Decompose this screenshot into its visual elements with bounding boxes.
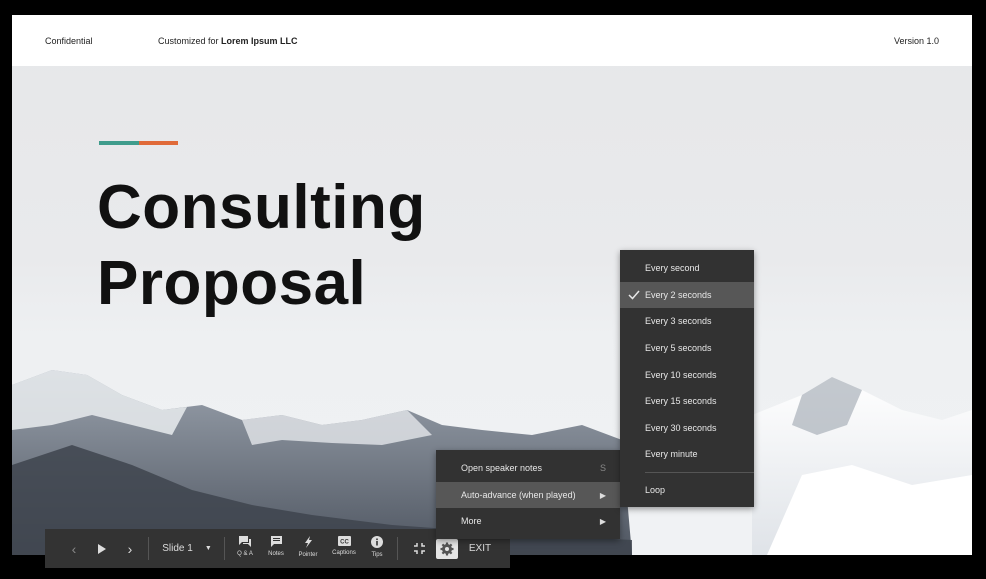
auto-advance-every-5-seconds[interactable]: Every 5 seconds bbox=[620, 335, 754, 361]
customized-for-label: Customized for Lorem Ipsum LLC bbox=[158, 36, 298, 46]
customer-name: Lorem Ipsum LLC bbox=[221, 36, 298, 46]
auto-advance-every-second[interactable]: Every second bbox=[620, 255, 754, 281]
version-label: Version 1.0 bbox=[893, 36, 939, 46]
slide-selector[interactable]: Slide 1 ▼ bbox=[155, 529, 219, 568]
submenu-arrow-icon: ▶ bbox=[599, 490, 606, 500]
auto-advance-every-2-seconds[interactable]: Every 2 seconds bbox=[620, 282, 754, 308]
accent-bar-orange bbox=[139, 141, 178, 145]
captions-icon: CC bbox=[337, 536, 351, 546]
next-slide-button[interactable]: › bbox=[121, 529, 139, 568]
toolbar-divider bbox=[397, 537, 398, 560]
exit-fullscreen-button[interactable] bbox=[409, 529, 429, 568]
notes-icon bbox=[270, 536, 282, 547]
notes-label: Notes bbox=[268, 551, 284, 557]
exit-label: EXIT bbox=[468, 543, 492, 554]
qa-icon bbox=[239, 536, 251, 547]
chevron-right-icon: › bbox=[127, 540, 133, 557]
menu-item-more[interactable]: More ▶ bbox=[436, 508, 620, 534]
tips-button[interactable]: Tips bbox=[361, 536, 393, 562]
captions-label: Captions bbox=[332, 550, 356, 556]
play-button[interactable] bbox=[92, 529, 112, 568]
settings-button[interactable] bbox=[436, 539, 458, 559]
fullscreen-exit-icon bbox=[413, 543, 425, 554]
auto-advance-every-3-seconds[interactable]: Every 3 seconds bbox=[620, 308, 754, 334]
slide-header: Confidential Customized for Lorem Ipsum … bbox=[12, 15, 972, 66]
auto-advance-every-15-seconds[interactable]: Every 15 seconds bbox=[620, 388, 754, 414]
auto-advance-loop[interactable]: Loop bbox=[620, 477, 754, 503]
previous-slide-button[interactable]: ‹ bbox=[65, 529, 83, 568]
auto-advance-submenu: Every second Every 2 seconds Every 3 sec… bbox=[620, 250, 754, 507]
svg-text:CC: CC bbox=[340, 540, 349, 546]
confidential-label: Confidential bbox=[45, 36, 93, 46]
qa-label: Q & A bbox=[237, 551, 253, 557]
checkmark-icon bbox=[628, 290, 640, 300]
gear-icon bbox=[440, 542, 454, 556]
notes-button[interactable]: Notes bbox=[260, 536, 292, 562]
auto-advance-every-30-seconds[interactable]: Every 30 seconds bbox=[620, 415, 754, 441]
play-icon bbox=[98, 543, 106, 554]
pointer-button[interactable]: Pointer bbox=[292, 536, 324, 562]
menu-divider bbox=[645, 472, 754, 473]
auto-advance-every-minute[interactable]: Every minute bbox=[620, 441, 754, 467]
menu-item-open-speaker-notes[interactable]: Open speaker notes S bbox=[436, 455, 620, 481]
toolbar-divider bbox=[224, 537, 225, 560]
menu-item-auto-advance[interactable]: Auto-advance (when played) ▶ bbox=[436, 482, 620, 508]
tips-label: Tips bbox=[371, 552, 383, 558]
toolbar-divider bbox=[148, 537, 149, 560]
captions-button[interactable]: CC Captions bbox=[328, 536, 360, 562]
submenu-arrow-icon: ▶ bbox=[599, 516, 606, 526]
pointer-label: Pointer bbox=[298, 552, 318, 558]
shortcut-label: S bbox=[599, 463, 606, 473]
chevron-left-icon: ‹ bbox=[71, 540, 77, 557]
slide-title: Consulting Proposal bbox=[97, 173, 426, 318]
info-icon bbox=[371, 536, 383, 548]
caret-down-icon: ▼ bbox=[204, 545, 212, 552]
auto-advance-every-10-seconds[interactable]: Every 10 seconds bbox=[620, 362, 754, 388]
slide-selector-label: Slide 1 bbox=[162, 543, 193, 554]
qa-button[interactable]: Q & A bbox=[229, 536, 261, 562]
settings-menu: Open speaker notes S Auto-advance (when … bbox=[436, 450, 620, 539]
pointer-icon bbox=[305, 536, 312, 548]
accent-bar-teal bbox=[99, 141, 139, 145]
